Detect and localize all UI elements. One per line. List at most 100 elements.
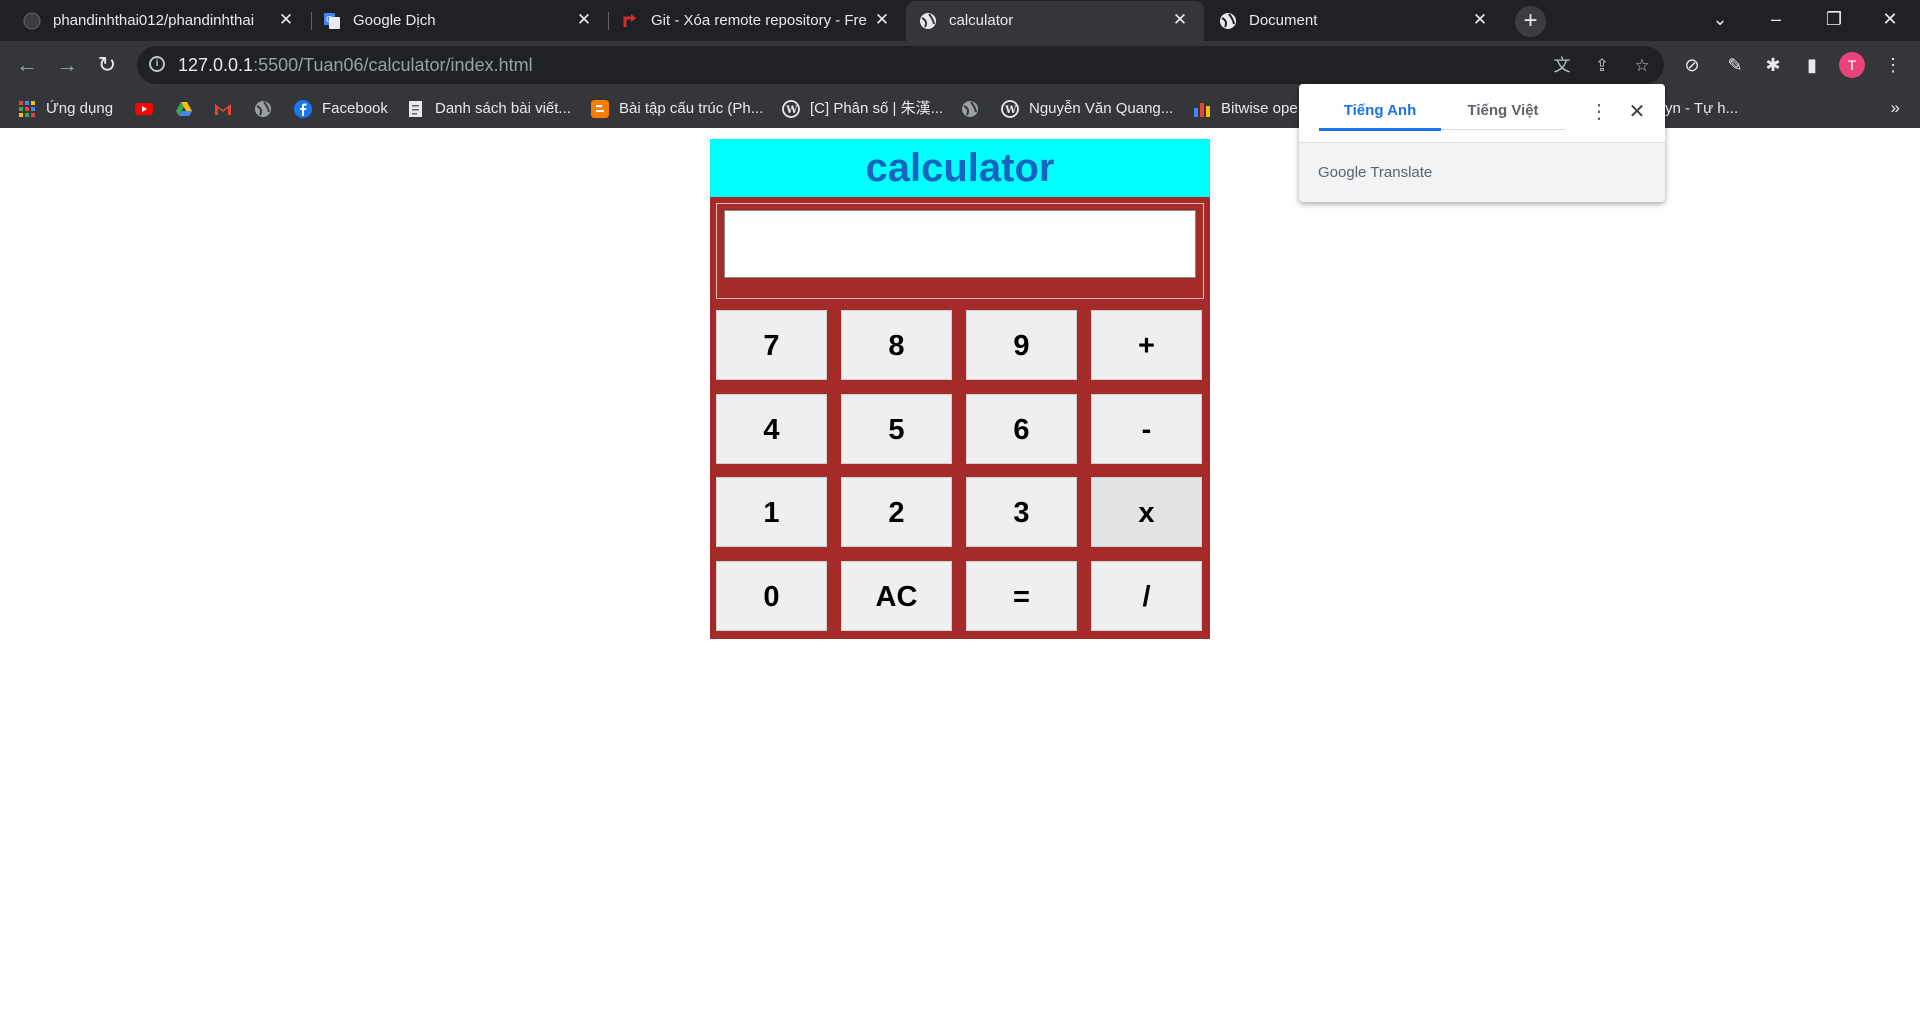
key-plus[interactable]: + — [1091, 310, 1202, 380]
key-4[interactable]: 4 — [716, 394, 827, 464]
key-minus[interactable]: - — [1091, 394, 1202, 464]
bookmark-tu-hoc[interactable]: yn - Tự h... — [1665, 98, 1738, 120]
close-window-button[interactable]: ✕ — [1862, 0, 1918, 40]
svg-text:W: W — [1004, 105, 1017, 116]
calculator-display[interactable] — [724, 210, 1196, 278]
tab-title: Document — [1249, 12, 1318, 29]
browser-toolbar: ← → ↻ i 127.0.0.1:5500/Tuan06/calculator… — [0, 41, 1920, 90]
translate-popup-header: Tiếng Anh Tiếng Việt ⋮ ✕ — [1299, 84, 1665, 143]
bookmark-gmail[interactable] — [214, 98, 242, 120]
translate-close-icon[interactable]: ✕ — [1627, 100, 1647, 124]
close-tab-icon[interactable]: ✕ — [573, 9, 595, 31]
youtube-icon — [135, 103, 153, 115]
bookmark-label: Nguyễn Văn Quang... — [1029, 100, 1174, 117]
menu-kebab-icon[interactable]: ⋮ — [1881, 53, 1905, 77]
key-8[interactable]: 8 — [841, 310, 952, 380]
tab-divider — [1441, 129, 1565, 130]
bookmark-label: yn - Tự h... — [1665, 100, 1739, 117]
globe-icon — [920, 13, 936, 29]
tab-calculator[interactable]: calculator ✕ — [906, 1, 1204, 41]
close-tab-icon[interactable]: ✕ — [1469, 9, 1491, 31]
key-1[interactable]: 1 — [716, 477, 827, 547]
profile-avatar[interactable]: T — [1839, 52, 1865, 78]
active-tab-indicator — [1319, 128, 1441, 131]
bookmark-apps[interactable]: Ứng dụng — [18, 98, 113, 120]
bookmark-danh-sach[interactable]: Danh sách bài viết... — [407, 98, 571, 120]
restore-button[interactable]: ❐ — [1806, 0, 1862, 40]
new-tab-button[interactable]: + — [1515, 6, 1546, 37]
tab-git[interactable]: Git - Xóa remote repository - Fre ✕ — [608, 1, 906, 41]
key-divide[interactable]: / — [1091, 561, 1202, 631]
extension-pen-icon[interactable]: ✎ — [1723, 53, 1747, 77]
key-clear[interactable]: AC — [841, 561, 952, 631]
blogger-icon — [591, 100, 609, 118]
calculator-body: 7 8 9 + 4 5 6 - 1 2 3 x 0 AC = / — [710, 197, 1210, 639]
key-6[interactable]: 6 — [966, 394, 1077, 464]
close-tab-icon[interactable]: ✕ — [1169, 9, 1191, 31]
key-5[interactable]: 5 — [841, 394, 952, 464]
wordpress-icon: W — [1001, 100, 1019, 118]
wordpress-icon: W — [782, 100, 800, 118]
bookmark-bai-tap[interactable]: Bài tập cấu trúc (Ph... — [591, 98, 763, 120]
back-button[interactable]: ← — [11, 49, 43, 81]
close-tab-icon[interactable]: ✕ — [275, 9, 297, 31]
close-tab-icon[interactable]: ✕ — [871, 9, 893, 31]
calculator: calculator 7 8 9 + 4 5 6 - 1 2 3 x 0 AC … — [710, 139, 1210, 639]
bookmark-label: Facebook — [322, 100, 388, 117]
bookmark-facebook[interactable]: Facebook — [294, 98, 388, 120]
bookmark-youtube[interactable] — [135, 98, 163, 120]
extensions-puzzle-icon[interactable]: ✱ — [1761, 53, 1785, 77]
tab-title: calculator — [949, 12, 1014, 29]
address-bar[interactable]: i 127.0.0.1:5500/Tuan06/calculator/index… — [137, 46, 1664, 84]
tab-target-language[interactable]: Tiếng Việt — [1441, 102, 1565, 128]
key-9[interactable]: 9 — [966, 310, 1077, 380]
globe-icon — [962, 101, 978, 117]
bookmark-nguyen-van-quang[interactable]: W Nguyễn Văn Quang... — [1001, 98, 1173, 120]
bookmark-label: [C] Phân số | 朱漢... — [810, 100, 944, 117]
tab-search-chevron-icon[interactable]: ⌄ — [1692, 0, 1748, 40]
bookmark-star-icon[interactable]: ☆ — [1631, 55, 1653, 77]
forward-button[interactable]: → — [51, 49, 83, 81]
display-frame — [716, 203, 1204, 299]
globe-icon — [1220, 13, 1236, 29]
side-panel-icon[interactable]: ▮ — [1800, 53, 1824, 77]
google-drive-icon — [176, 102, 192, 116]
key-3[interactable]: 3 — [966, 477, 1077, 547]
tab-strip: phandinhthai012/phandinhthai ✕ G Google … — [0, 0, 1920, 41]
translate-page-icon[interactable]: ⽂ — [1551, 55, 1573, 77]
tab-document[interactable]: Document ✕ — [1206, 1, 1504, 41]
bookmark-bitwise[interactable]: Bitwise ope — [1193, 98, 1298, 120]
bookmarks-overflow-button[interactable]: » — [1891, 98, 1900, 118]
bookmark-phan-so[interactable]: W [C] Phân số | 朱漢... — [782, 98, 943, 120]
apps-grid-icon — [19, 101, 35, 117]
key-2[interactable]: 2 — [841, 477, 952, 547]
tab-title: Google Dịch — [353, 12, 436, 29]
reload-button[interactable]: ↻ — [91, 49, 123, 81]
git-icon — [623, 14, 636, 27]
bookmark-globe-2[interactable] — [961, 98, 989, 120]
bookmark-label: Bitwise ope — [1221, 100, 1298, 117]
github-icon — [23, 12, 41, 30]
calculator-title: calculator — [710, 139, 1210, 197]
google-translate-brand: Google Translate — [1318, 164, 1432, 181]
extension-compass-icon[interactable]: ⊘ — [1680, 53, 1704, 77]
tab-source-language[interactable]: Tiếng Anh — [1319, 102, 1441, 128]
translate-options-kebab-icon[interactable]: ⋮ — [1589, 100, 1609, 124]
tab-title: Git - Xóa remote repository - Fre — [651, 12, 867, 29]
tab-github[interactable]: phandinhthai012/phandinhthai ✕ — [10, 1, 310, 41]
key-0[interactable]: 0 — [716, 561, 827, 631]
minimize-button[interactable]: – — [1748, 0, 1804, 40]
site-info-icon[interactable]: i — [149, 56, 165, 72]
google-translate-icon: G — [324, 13, 340, 29]
share-icon[interactable]: ⇪ — [1591, 55, 1613, 77]
key-multiply[interactable]: x — [1091, 477, 1202, 547]
key-equals[interactable]: = — [966, 561, 1077, 631]
tab-google-translate[interactable]: G Google Dịch ✕ — [310, 1, 608, 41]
brand-google: Google — [1318, 164, 1367, 181]
document-icon — [409, 101, 422, 117]
svg-text:W: W — [785, 105, 798, 116]
bookmark-globe[interactable] — [254, 98, 282, 120]
key-7[interactable]: 7 — [716, 310, 827, 380]
bookmark-label: Ứng dụng — [46, 100, 114, 117]
bookmark-google-drive[interactable] — [175, 98, 203, 120]
